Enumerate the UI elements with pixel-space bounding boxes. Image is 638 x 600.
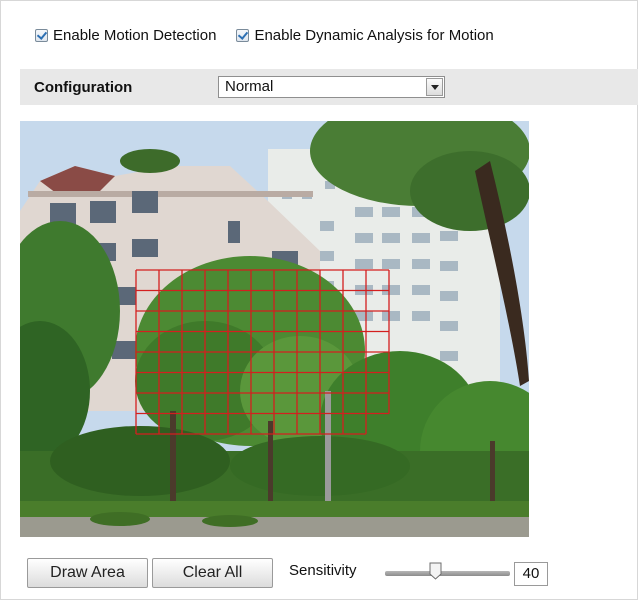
configuration-label: Configuration bbox=[34, 78, 133, 96]
checkbox-checked-icon[interactable] bbox=[236, 28, 250, 42]
enable-motion-detection-checkbox[interactable]: Enable Motion Detection bbox=[35, 27, 216, 44]
sensitivity-slider-track[interactable] bbox=[385, 571, 510, 576]
clear-all-button[interactable]: Clear All bbox=[152, 558, 273, 588]
draw-area-button[interactable]: Draw Area bbox=[27, 558, 148, 588]
sensitivity-label: Sensitivity bbox=[289, 562, 357, 579]
camera-scene bbox=[20, 121, 529, 537]
video-preview[interactable] bbox=[20, 121, 529, 537]
configuration-selected-value: Normal bbox=[225, 78, 274, 95]
enable-dynamic-analysis-label: Enable Dynamic Analysis for Motion bbox=[254, 26, 494, 44]
dropdown-arrow-icon[interactable] bbox=[426, 78, 443, 96]
options-row: Enable Motion Detection Enable Dynamic A… bbox=[35, 24, 508, 46]
bottom-toolbar: Draw Area Clear All Sensitivity 40 bbox=[0, 558, 638, 590]
enable-motion-detection-label: Enable Motion Detection bbox=[53, 26, 217, 44]
enable-dynamic-analysis-checkbox[interactable]: Enable Dynamic Analysis for Motion bbox=[236, 26, 494, 44]
configuration-select[interactable]: Normal bbox=[218, 76, 445, 98]
sensitivity-slider-thumb[interactable] bbox=[429, 562, 442, 580]
checkbox-checked-icon[interactable] bbox=[35, 28, 48, 42]
configuration-bar: Configuration Normal bbox=[20, 69, 638, 105]
sensitivity-value-field[interactable]: 40 bbox=[514, 562, 548, 586]
